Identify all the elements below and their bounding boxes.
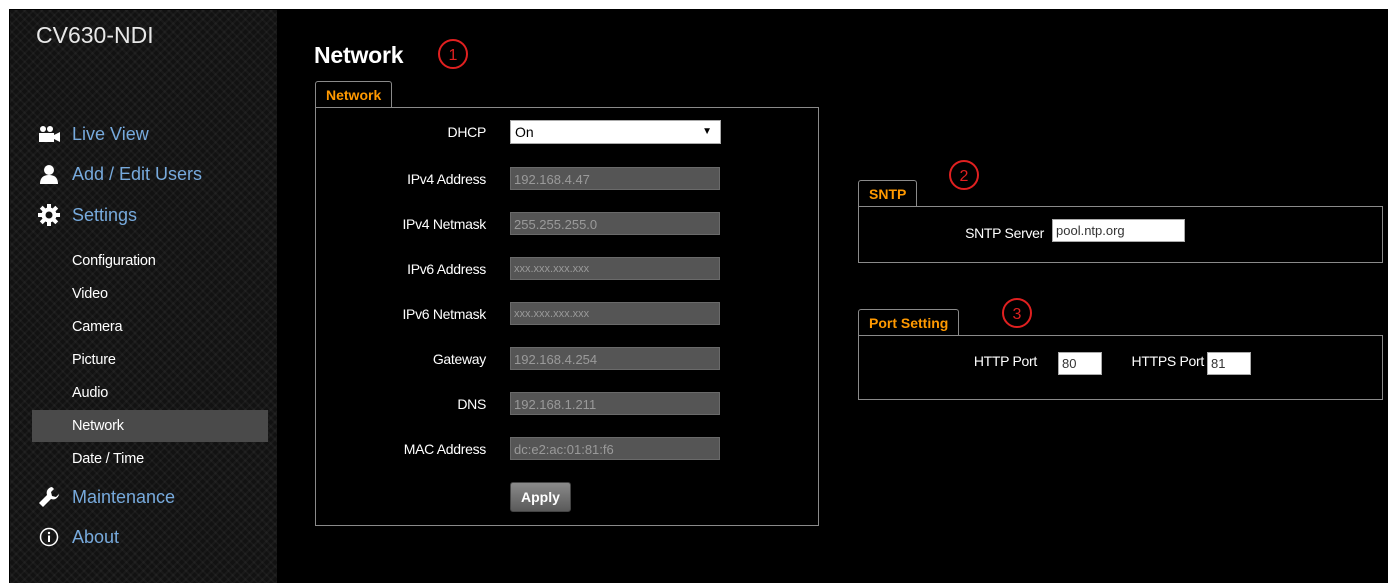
sntp-server-label: SNTP Server: [965, 225, 1044, 241]
ipv4-netmask-field[interactable]: 255.255.255.0: [510, 212, 720, 235]
ipv4-netmask-label: IPv4 Netmask: [402, 216, 486, 232]
sntp-server-input[interactable]: pool.ntp.org: [1052, 219, 1185, 242]
sidebar-item-audio[interactable]: Audio: [32, 377, 268, 409]
ipv6-address-field[interactable]: xxx.xxx.xxx.xxx: [510, 257, 720, 280]
dns-field[interactable]: 192.168.1.211: [510, 392, 720, 415]
gear-icon: [36, 204, 62, 226]
dhcp-label: DHCP: [447, 124, 487, 140]
gateway-label: Gateway: [432, 351, 486, 367]
sidebar: CV630-NDI Live View Add / Edit Users Set…: [10, 10, 277, 583]
gateway-field[interactable]: 192.168.4.254: [510, 347, 720, 370]
sidebar-item-label: Network: [72, 418, 124, 434]
sidebar-item-label: Audio: [72, 385, 109, 401]
sidebar-item-date-time[interactable]: Date / Time: [32, 443, 268, 475]
https-port-input[interactable]: 81: [1207, 352, 1251, 375]
ipv4-address-field[interactable]: 192.168.4.47: [510, 167, 720, 190]
callout-marker-2: 2: [949, 160, 979, 190]
sidebar-item-maintenance[interactable]: Maintenance: [36, 486, 175, 508]
page-title: Network: [314, 42, 404, 68]
sidebar-item-label: Maintenance: [72, 486, 176, 507]
sidebar-item-add-edit-users[interactable]: Add / Edit Users: [36, 163, 202, 185]
tab-network[interactable]: Network: [315, 81, 393, 108]
sidebar-item-label: Live View: [72, 123, 149, 144]
mac-address-label: MAC Address: [403, 441, 487, 457]
chevron-down-icon: ▼: [702, 126, 712, 137]
sidebar-item-label: Video: [72, 286, 108, 302]
callout-marker-3: 3: [1002, 298, 1032, 328]
sidebar-item-configuration[interactable]: Configuration: [32, 245, 268, 277]
brand-title: CV630-NDI: [36, 22, 154, 48]
http-port-input[interactable]: 80: [1058, 352, 1102, 375]
sidebar-item-label: Date / Time: [72, 451, 144, 467]
user-icon: [36, 163, 62, 185]
http-port-label: HTTP Port: [973, 353, 1037, 369]
dns-label: DNS: [457, 396, 486, 412]
apply-button[interactable]: Apply: [510, 482, 571, 512]
sidebar-item-label: About: [72, 526, 120, 547]
sidebar-item-about[interactable]: About: [36, 526, 119, 548]
mac-address-field[interactable]: dc:e2:ac:01:81:f6: [510, 437, 720, 460]
sidebar-item-settings[interactable]: Settings: [36, 204, 137, 226]
callout-marker-1: 1: [438, 39, 468, 69]
sidebar-item-label: Settings: [72, 204, 138, 225]
sidebar-item-picture[interactable]: Picture: [32, 344, 268, 376]
sidebar-item-label: Picture: [72, 352, 116, 368]
sidebar-item-label: Camera: [72, 319, 123, 335]
camera-icon: [36, 123, 62, 145]
dhcp-select-value: On: [515, 124, 534, 140]
info-icon: [36, 526, 62, 548]
sidebar-item-live-view[interactable]: Live View: [36, 123, 149, 145]
sidebar-item-network[interactable]: Network: [32, 410, 268, 442]
tab-sntp[interactable]: SNTP: [858, 180, 918, 207]
sidebar-item-label: Configuration: [72, 253, 156, 269]
ipv6-netmask-label: IPv6 Netmask: [402, 306, 486, 322]
sidebar-item-label: Add / Edit Users: [72, 163, 203, 184]
https-port-label: HTTPS Port: [1131, 353, 1205, 369]
wrench-icon: [36, 486, 62, 508]
tab-port-setting[interactable]: Port Setting: [858, 309, 960, 336]
dhcp-select[interactable]: On ▼: [510, 120, 721, 144]
sidebar-item-camera[interactable]: Camera: [32, 311, 268, 343]
ipv4-address-label: IPv4 Address: [407, 171, 486, 187]
ipv6-netmask-field[interactable]: xxx.xxx.xxx.xxx: [510, 302, 720, 325]
ipv6-address-label: IPv6 Address: [407, 261, 486, 277]
app-window: CV630-NDI Live View Add / Edit Users Set…: [9, 9, 1388, 583]
sidebar-item-video[interactable]: Video: [32, 278, 268, 310]
